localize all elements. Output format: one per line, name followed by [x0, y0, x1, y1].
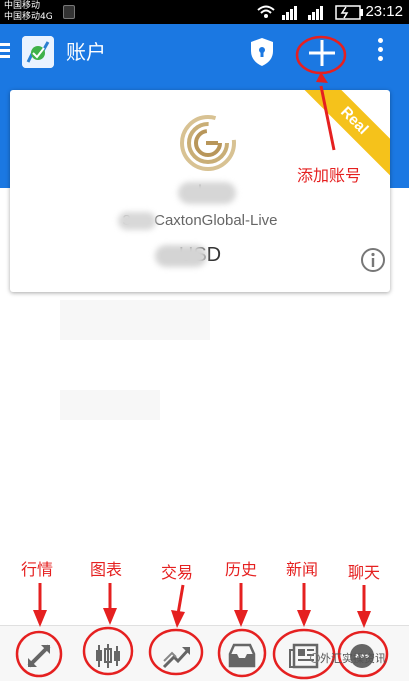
clock: 23:12 — [365, 3, 403, 20]
annotation-chat: 聊天 — [348, 563, 381, 582]
chart-icon[interactable] — [88, 636, 128, 676]
broker-logo — [180, 115, 236, 171]
annotation-history: 历史 — [225, 560, 258, 579]
account-server: 3 — CaxtonGlobal-Live — [122, 212, 278, 229]
annotation-news: 新闻 — [286, 560, 319, 579]
shield-icon[interactable] — [249, 37, 275, 67]
history-icon[interactable] — [222, 636, 262, 676]
quotes-icon[interactable] — [19, 636, 59, 676]
carrier-name: 中国移动 — [4, 1, 41, 11]
battery-icon — [335, 5, 363, 20]
annotation-add-account: 添加账号 — [297, 166, 362, 185]
watermark-icon — [310, 653, 320, 663]
add-account-button[interactable] — [305, 36, 339, 70]
empty-area — [60, 390, 160, 420]
nav-arrows — [33, 583, 371, 628]
info-icon[interactable] — [359, 246, 387, 274]
annotation-trade: 交易 — [161, 563, 194, 582]
notification-icon — [63, 5, 75, 19]
badge-label: Real — [337, 103, 372, 138]
annotation-charts: 图表 — [90, 560, 123, 579]
redacted-login — [118, 212, 156, 230]
page-title: 账户 — [66, 40, 106, 64]
wifi-icon — [257, 5, 275, 18]
status-bar: 中国移动 中国移动4G 23:12 — [0, 0, 409, 24]
menu-icon[interactable] — [0, 43, 12, 61]
account-card[interactable]: I 3 — CaxtonGlobal-Live USD Real — [10, 90, 390, 292]
signal-icon — [282, 6, 297, 20]
annotation-quotes: 行情 — [21, 560, 54, 579]
status-icons — [257, 5, 363, 20]
app-bar: 账户 — [0, 24, 409, 82]
redacted-balance — [155, 245, 207, 267]
watermark: 外汇实操资讯 — [320, 652, 386, 665]
carrier-name-4g: 中国移动4G — [4, 12, 53, 22]
more-options-icon[interactable] — [372, 38, 388, 68]
empty-area — [60, 300, 210, 340]
trade-icon[interactable] — [157, 636, 197, 676]
signal-4g-icon — [308, 6, 323, 20]
redacted-name — [178, 182, 236, 204]
app-logo — [22, 36, 54, 68]
